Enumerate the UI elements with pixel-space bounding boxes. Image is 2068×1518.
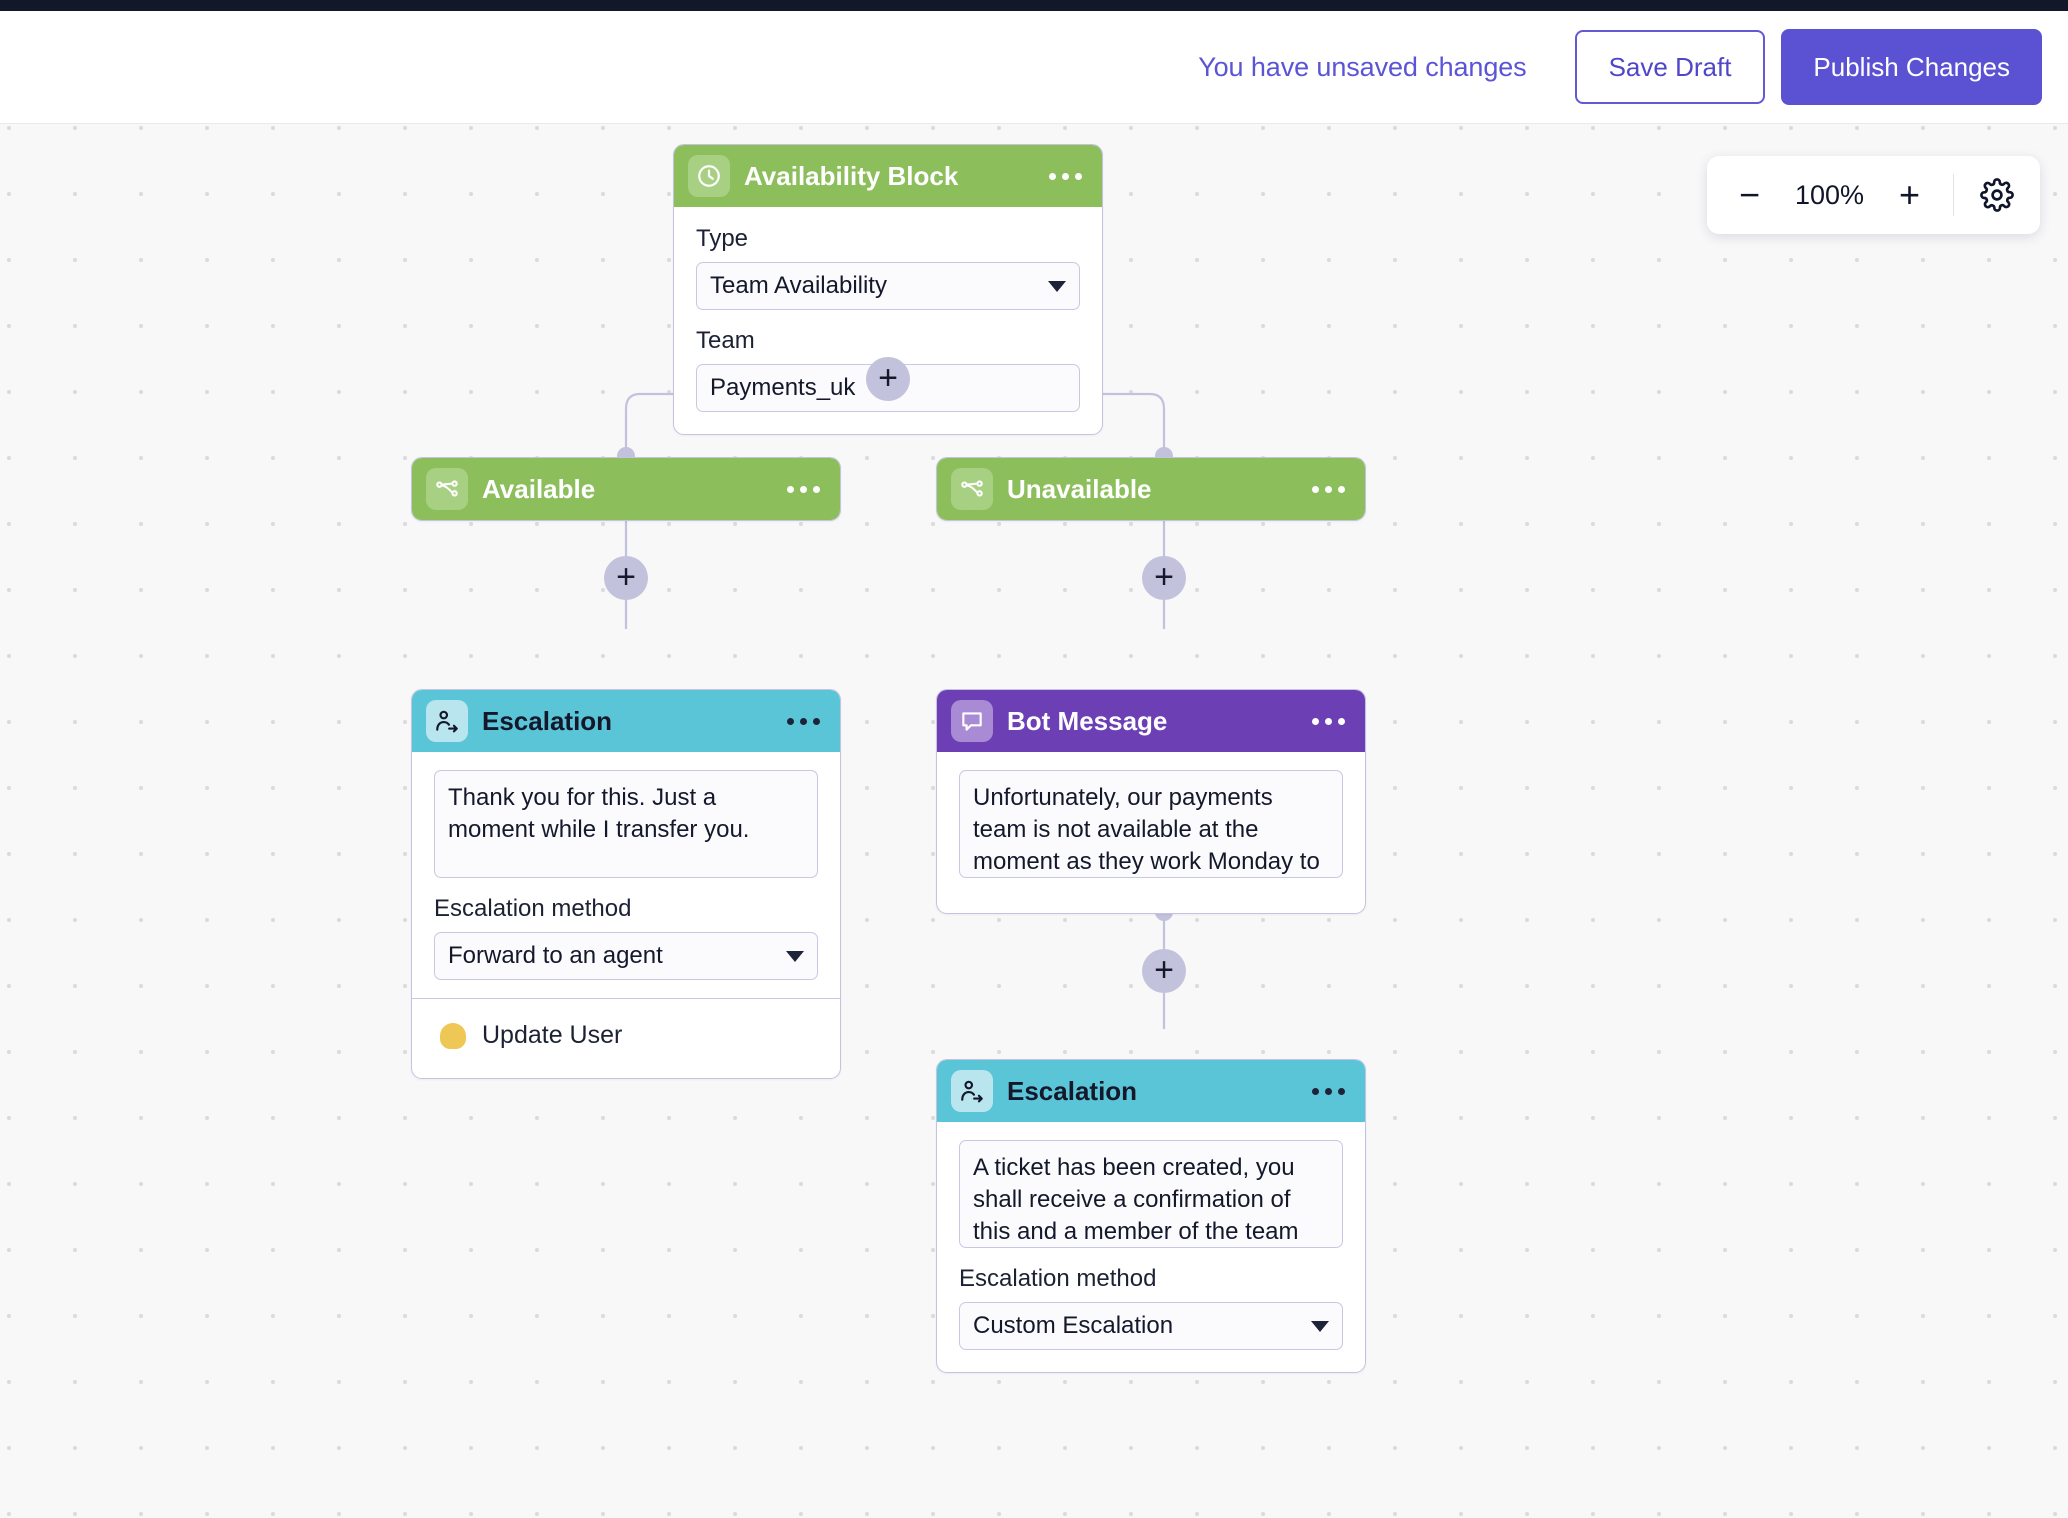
more-options-icon[interactable] [1312, 1087, 1345, 1095]
save-draft-button[interactable]: Save Draft [1574, 30, 1766, 104]
unsaved-changes-notice: You have unsaved changes [1198, 51, 1527, 82]
zoom-out-button[interactable]: − [1733, 177, 1767, 213]
chevron-down-icon [1048, 280, 1066, 292]
more-options-icon[interactable] [1312, 717, 1345, 725]
escalation-method-label: Escalation method [959, 1265, 1157, 1292]
node-header: Escalation [937, 1060, 1365, 1122]
app-header: You have unsaved changes Save Draft Publ… [0, 11, 2068, 124]
escalation-method-select[interactable]: Forward to an agent [434, 932, 818, 980]
bot-message-textarea[interactable]: Unfortunately, our payments team is not … [959, 770, 1343, 878]
node-body: Unfortunately, our payments team is not … [937, 752, 1365, 900]
status-dot-icon [440, 1022, 466, 1049]
chat-bubble-icon [951, 700, 993, 742]
add-node-button-split[interactable] [866, 357, 910, 401]
more-options-icon[interactable] [1049, 172, 1082, 180]
branch-icon [951, 468, 993, 510]
team-input-value: Payments_uk [710, 374, 856, 401]
more-options-icon[interactable] [787, 717, 820, 725]
node-title: Availability Block [744, 160, 959, 191]
node-bot-message[interactable]: Bot Message Unfortunately, our payments … [936, 689, 1366, 914]
chevron-down-icon [786, 950, 804, 962]
divider [1952, 174, 1954, 216]
team-label: Team [696, 327, 755, 354]
node-header: Unavailable [937, 458, 1365, 520]
escalation-message-textarea[interactable]: A ticket has been created, you shall rec… [959, 1140, 1343, 1248]
escalation-method-value: Custom Escalation [973, 1312, 1174, 1339]
window-top-strip [0, 0, 2068, 11]
node-title: Available [482, 473, 596, 504]
escalation-method-label: Escalation method [434, 895, 632, 922]
gear-icon[interactable] [1980, 178, 2014, 212]
node-body: A ticket has been created, you shall rec… [937, 1122, 1365, 1372]
flow-canvas[interactable]: Availability Block Type Team Availabilit… [0, 124, 2068, 1518]
more-options-icon[interactable] [787, 485, 820, 493]
node-unavailable[interactable]: Unavailable [936, 457, 1366, 521]
user-forward-icon [426, 700, 468, 742]
node-header: Availability Block [674, 145, 1102, 207]
update-user-row[interactable]: Update User [434, 999, 818, 1056]
node-available[interactable]: Available [411, 457, 841, 521]
node-header: Available [412, 458, 840, 520]
node-header: Escalation [412, 690, 840, 752]
escalation-method-select[interactable]: Custom Escalation [959, 1302, 1343, 1350]
node-body: Thank you for this. Just a moment while … [412, 752, 840, 1078]
add-node-button-unavailable[interactable] [1142, 556, 1186, 600]
node-escalation-left[interactable]: Escalation Thank you for this. Just a mo… [411, 689, 841, 1079]
add-node-button-available[interactable] [604, 556, 648, 600]
chevron-down-icon [1311, 1320, 1329, 1332]
more-options-icon[interactable] [1312, 485, 1345, 493]
user-forward-icon [951, 1070, 993, 1112]
node-title: Bot Message [1007, 705, 1168, 736]
zoom-control-panel: − 100% + [1706, 156, 2040, 234]
escalation-message-textarea[interactable]: Thank you for this. Just a moment while … [434, 770, 818, 878]
escalation-method-value: Forward to an agent [448, 942, 663, 969]
clock-icon [688, 155, 730, 197]
type-select[interactable]: Team Availability [696, 262, 1080, 310]
node-title: Escalation [1007, 1075, 1138, 1106]
node-title: Unavailable [1007, 473, 1152, 504]
node-escalation-right[interactable]: Escalation A ticket has been created, yo… [936, 1059, 1366, 1373]
zoom-level-value: 100% [1794, 179, 1865, 210]
branch-icon [426, 468, 468, 510]
node-header: Bot Message [937, 690, 1365, 752]
node-title: Escalation [482, 705, 613, 736]
type-select-value: Team Availability [710, 272, 887, 299]
add-node-button-bot-message[interactable] [1142, 949, 1186, 993]
type-label: Type [696, 225, 749, 252]
update-user-label: Update User [482, 1021, 623, 1049]
publish-changes-button[interactable]: Publish Changes [1781, 29, 2042, 105]
zoom-in-button[interactable]: + [1893, 177, 1927, 213]
